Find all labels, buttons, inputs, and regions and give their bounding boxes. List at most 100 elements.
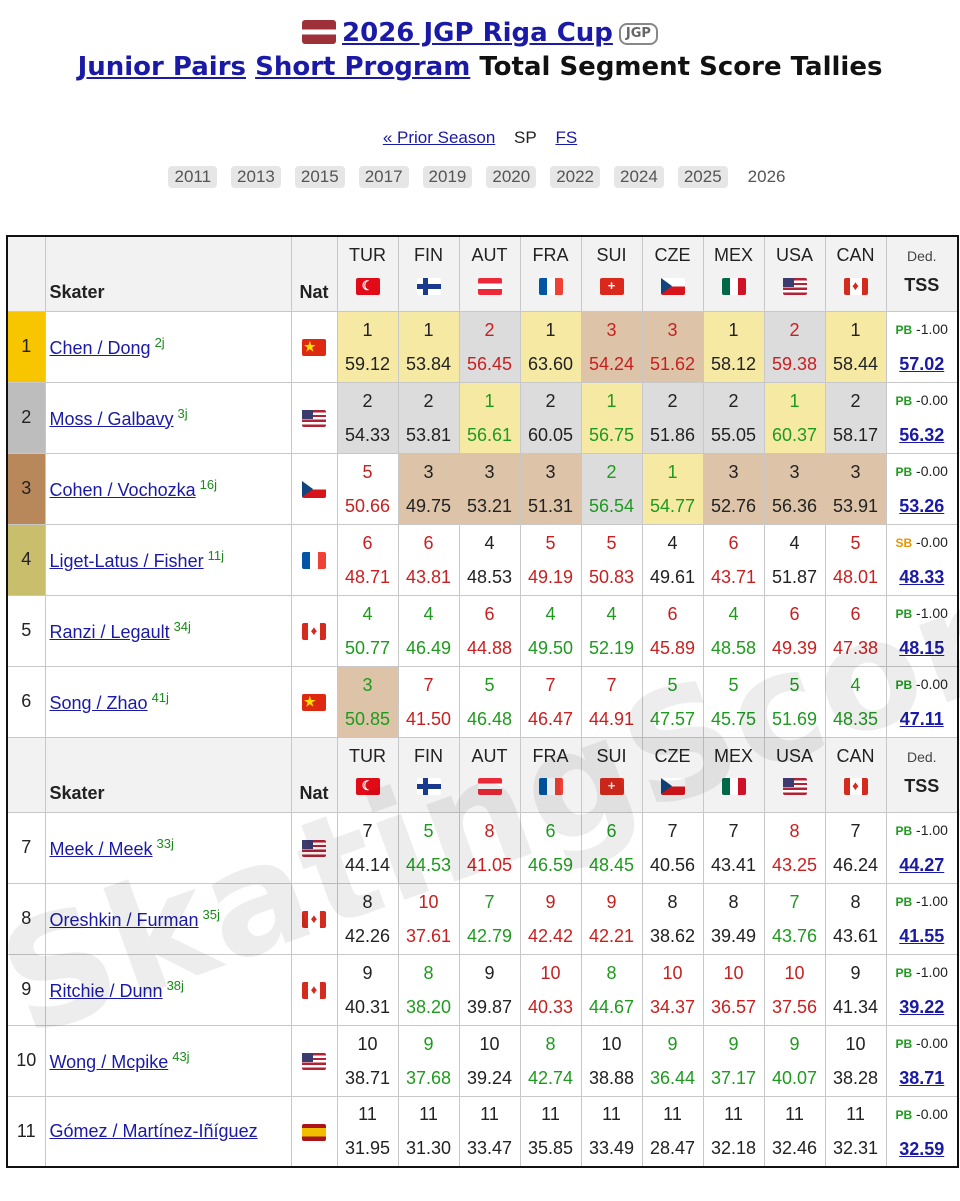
skater-cell: Ritchie / Dunn 38j <box>44 953 292 1026</box>
skater-link[interactable]: Oreshkin / Furman <box>50 910 199 930</box>
judge-ordinal: 10 <box>662 962 683 983</box>
rank-cell: 7 <box>6 811 46 884</box>
judge-total: 46.49 <box>405 637 452 658</box>
judge-ordinal: 5 <box>606 532 617 553</box>
year-2022[interactable]: 2022 <box>550 166 601 188</box>
judge-ordinal: 1 <box>423 319 434 340</box>
tss-link[interactable]: 32.59 <box>887 1132 958 1166</box>
rank-cell: 5 <box>6 594 46 667</box>
judge-total: 49.75 <box>405 495 452 516</box>
ded-line: PB -1.00 <box>896 964 948 980</box>
judge-score-cell: 10 36.57 <box>702 953 765 1026</box>
judge-total: 42.42 <box>527 925 574 946</box>
tss-link[interactable]: 53.26 <box>887 489 958 523</box>
judge-score-cell: 9 42.42 <box>519 882 582 955</box>
category-link[interactable]: Junior Pairs <box>78 52 246 82</box>
skater-link[interactable]: Wong / Mcpike <box>50 1052 169 1072</box>
event-link[interactable]: 2026 JGP Riga Cup <box>342 18 613 48</box>
year-2025[interactable]: 2025 <box>677 166 728 188</box>
judge-ordinal: 6 <box>789 603 800 624</box>
skater-link[interactable]: Moss / Galbavy <box>50 409 174 429</box>
tss-link[interactable]: 48.33 <box>887 560 958 594</box>
judge-total: 49.50 <box>527 637 574 658</box>
judge-score-cell: 5 49.19 <box>519 523 582 596</box>
ded-line: PB -1.00 <box>896 605 948 621</box>
judge-header-fra: FRA <box>519 235 582 312</box>
year-2019[interactable]: 2019 <box>422 166 473 188</box>
judge-total: 48.58 <box>710 637 757 658</box>
skater-link[interactable]: Cohen / Vochozka <box>50 480 196 500</box>
tss-link[interactable]: 41.55 <box>887 919 958 953</box>
table-row: 1 Chen / Dong 2j ★ 1 59.12 1 53.84 2 56.45 1 63.60 3… <box>6 310 959 383</box>
skater-link[interactable]: Song / Zhao <box>50 693 148 713</box>
judge-total: 49.61 <box>649 566 696 587</box>
judge-total: 40.56 <box>649 854 696 875</box>
judge-score-cell: 11 32.18 <box>702 1095 765 1168</box>
judge-score-cell: 11 31.95 <box>336 1095 399 1168</box>
page-header: 2026 JGP Riga Cup JGP Junior Pairs Short … <box>0 0 960 188</box>
skater-link[interactable]: Gómez / Martínez-Iñíguez <box>50 1121 258 1141</box>
judge-score-cell: 10 34.37 <box>641 953 704 1026</box>
segment-link[interactable]: Short Program <box>255 52 470 82</box>
judge-total: 33.49 <box>588 1138 635 1159</box>
ded-line: SB -0.00 <box>896 534 948 550</box>
judge-total: 49.19 <box>527 566 574 587</box>
ded-line: PB -0.00 <box>896 463 948 479</box>
judge-score-cell: 6 49.39 <box>763 594 826 667</box>
skater-link[interactable]: Ranzi / Legault <box>50 622 170 642</box>
tss-link[interactable]: 38.71 <box>887 1061 958 1095</box>
judge-total: 40.33 <box>527 996 574 1017</box>
mexico-flag-icon <box>721 778 746 796</box>
judge-total: 43.81 <box>405 566 452 587</box>
judge-score-cell: 10 38.28 <box>824 1024 887 1097</box>
tss-link[interactable]: 57.02 <box>887 347 958 381</box>
judge-total: 39.24 <box>466 1067 513 1088</box>
rank-cell: 8 <box>6 882 46 955</box>
year-2011[interactable]: 2011 <box>168 166 218 188</box>
judge-score-cell: 4 49.50 <box>519 594 582 667</box>
skater-link[interactable]: Ritchie / Dunn <box>50 981 163 1001</box>
judge-ordinal: 4 <box>728 603 739 624</box>
judge-total: 31.30 <box>405 1138 452 1159</box>
judge-code: CZE <box>654 745 691 766</box>
tss-link[interactable]: 44.27 <box>887 848 958 882</box>
pb-badge: PB <box>895 1037 913 1051</box>
judge-code: CZE <box>654 245 691 265</box>
judge-code: CAN <box>836 745 875 766</box>
tss-link[interactable]: 48.15 <box>887 631 958 665</box>
judge-total: 50.66 <box>344 495 391 516</box>
judge-score-cell: 7 46.24 <box>824 811 887 884</box>
year-2024[interactable]: 2024 <box>614 166 664 188</box>
judge-total: 52.19 <box>588 637 635 658</box>
skater-link[interactable]: Chen / Dong <box>50 338 151 358</box>
skater-link[interactable]: Liget-Latus / Fisher <box>50 551 204 571</box>
skater-link[interactable]: Meek / Meek <box>50 839 153 859</box>
fs-link[interactable]: FS <box>555 128 577 147</box>
deduction-value: -1.00 <box>912 822 948 838</box>
year-2015[interactable]: 2015 <box>294 166 345 188</box>
judge-ordinal: 2 <box>484 319 495 340</box>
start-order: 34j <box>173 618 191 634</box>
judge-score-cell: 7 44.14 <box>336 811 399 884</box>
skater-cell: Meek / Meek 33j <box>44 811 292 884</box>
year-2013[interactable]: 2013 <box>231 166 281 188</box>
tss-link[interactable]: 56.32 <box>887 418 958 452</box>
year-2017[interactable]: 2017 <box>358 166 409 188</box>
judge-total: 46.24 <box>832 854 879 875</box>
judge-score-cell: 11 31.30 <box>397 1095 460 1168</box>
tss-link[interactable]: 47.11 <box>887 702 958 736</box>
judge-ordinal: 7 <box>423 674 434 695</box>
judge-ordinal: 5 <box>545 532 556 553</box>
judge-score-cell: 3 49.75 <box>397 452 460 525</box>
title-rest: Total Segment Score Tallies <box>479 52 883 82</box>
tss-link[interactable]: 39.22 <box>887 990 958 1024</box>
judge-ordinal: 9 <box>667 1033 678 1054</box>
austria-flag-icon <box>477 277 502 295</box>
rank-cell: 4 <box>6 523 46 596</box>
pb-badge: PB <box>895 966 913 980</box>
judge-score-cell: 7 46.47 <box>519 665 582 738</box>
prior-season-link[interactable]: « Prior Season <box>383 128 495 147</box>
year-2020[interactable]: 2020 <box>486 166 537 188</box>
start-order: 43j <box>172 1048 190 1064</box>
judge-score-cell: 11 33.49 <box>580 1095 643 1168</box>
